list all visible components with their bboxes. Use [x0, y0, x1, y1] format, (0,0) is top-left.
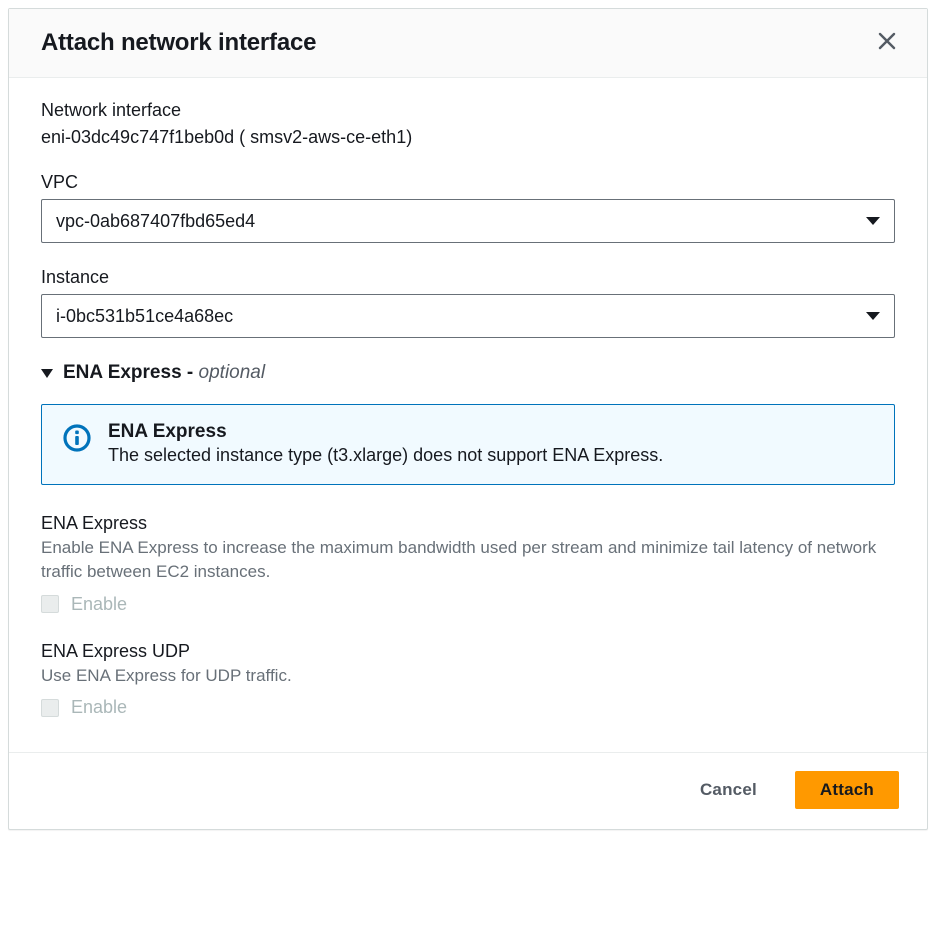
info-icon — [62, 423, 92, 458]
ena-express-udp-setting: ENA Express UDP Use ENA Express for UDP … — [41, 641, 895, 719]
ena-express-checkbox[interactable] — [41, 595, 59, 613]
triangle-down-icon — [41, 369, 53, 378]
modal-footer: Cancel Attach — [9, 752, 927, 829]
modal-header: Attach network interface — [9, 9, 927, 78]
network-interface-label: Network interface — [41, 100, 895, 121]
ena-express-section-label: ENA Express - optional — [63, 362, 265, 384]
ena-express-section-toggle[interactable]: ENA Express - optional — [41, 362, 895, 384]
vpc-label: VPC — [41, 172, 895, 193]
instance-select-value: i-0bc531b51ce4a68ec — [56, 306, 233, 327]
caret-down-icon — [866, 217, 880, 225]
vpc-field: VPC vpc-0ab687407fbd65ed4 — [41, 172, 895, 243]
vpc-select[interactable]: vpc-0ab687407fbd65ed4 — [41, 199, 895, 243]
instance-select[interactable]: i-0bc531b51ce4a68ec — [41, 294, 895, 338]
ena-express-setting-title: ENA Express — [41, 513, 895, 534]
ena-express-udp-setting-title: ENA Express UDP — [41, 641, 895, 662]
ena-express-setting-desc: Enable ENA Express to increase the maxim… — [41, 536, 895, 584]
ena-express-section-dash: - — [182, 362, 199, 383]
ena-express-info-message: The selected instance type (t3.xlarge) d… — [108, 445, 663, 466]
instance-label: Instance — [41, 267, 895, 288]
ena-express-udp-checkbox-row: Enable — [41, 697, 895, 718]
ena-express-checkbox-row: Enable — [41, 594, 895, 615]
ena-express-info-title: ENA Express — [108, 421, 663, 443]
ena-express-udp-checkbox[interactable] — [41, 699, 59, 717]
modal-body: Network interface eni-03dc49c747f1beb0d … — [9, 78, 927, 752]
modal-title: Attach network interface — [41, 29, 316, 57]
ena-express-udp-checkbox-label: Enable — [71, 697, 127, 718]
ena-express-section-text: ENA Express — [63, 362, 182, 383]
ena-express-info-content: ENA Express The selected instance type (… — [108, 421, 663, 466]
caret-down-icon — [866, 312, 880, 320]
close-icon — [877, 31, 897, 56]
cancel-button[interactable]: Cancel — [676, 771, 781, 809]
instance-field: Instance i-0bc531b51ce4a68ec — [41, 267, 895, 338]
ena-express-info-alert: ENA Express The selected instance type (… — [41, 404, 895, 485]
ena-express-section-optional: optional — [199, 362, 266, 383]
vpc-select-value: vpc-0ab687407fbd65ed4 — [56, 211, 255, 232]
attach-network-interface-modal: Attach network interface Network interfa… — [8, 8, 928, 830]
attach-button[interactable]: Attach — [795, 771, 899, 809]
ena-express-checkbox-label: Enable — [71, 594, 127, 615]
ena-express-udp-setting-desc: Use ENA Express for UDP traffic. — [41, 664, 895, 688]
network-interface-value: eni-03dc49c747f1beb0d ( smsv2-aws-ce-eth… — [41, 127, 895, 148]
ena-express-setting: ENA Express Enable ENA Express to increa… — [41, 513, 895, 615]
network-interface-field: Network interface eni-03dc49c747f1beb0d … — [41, 100, 895, 148]
close-button[interactable] — [875, 31, 899, 55]
